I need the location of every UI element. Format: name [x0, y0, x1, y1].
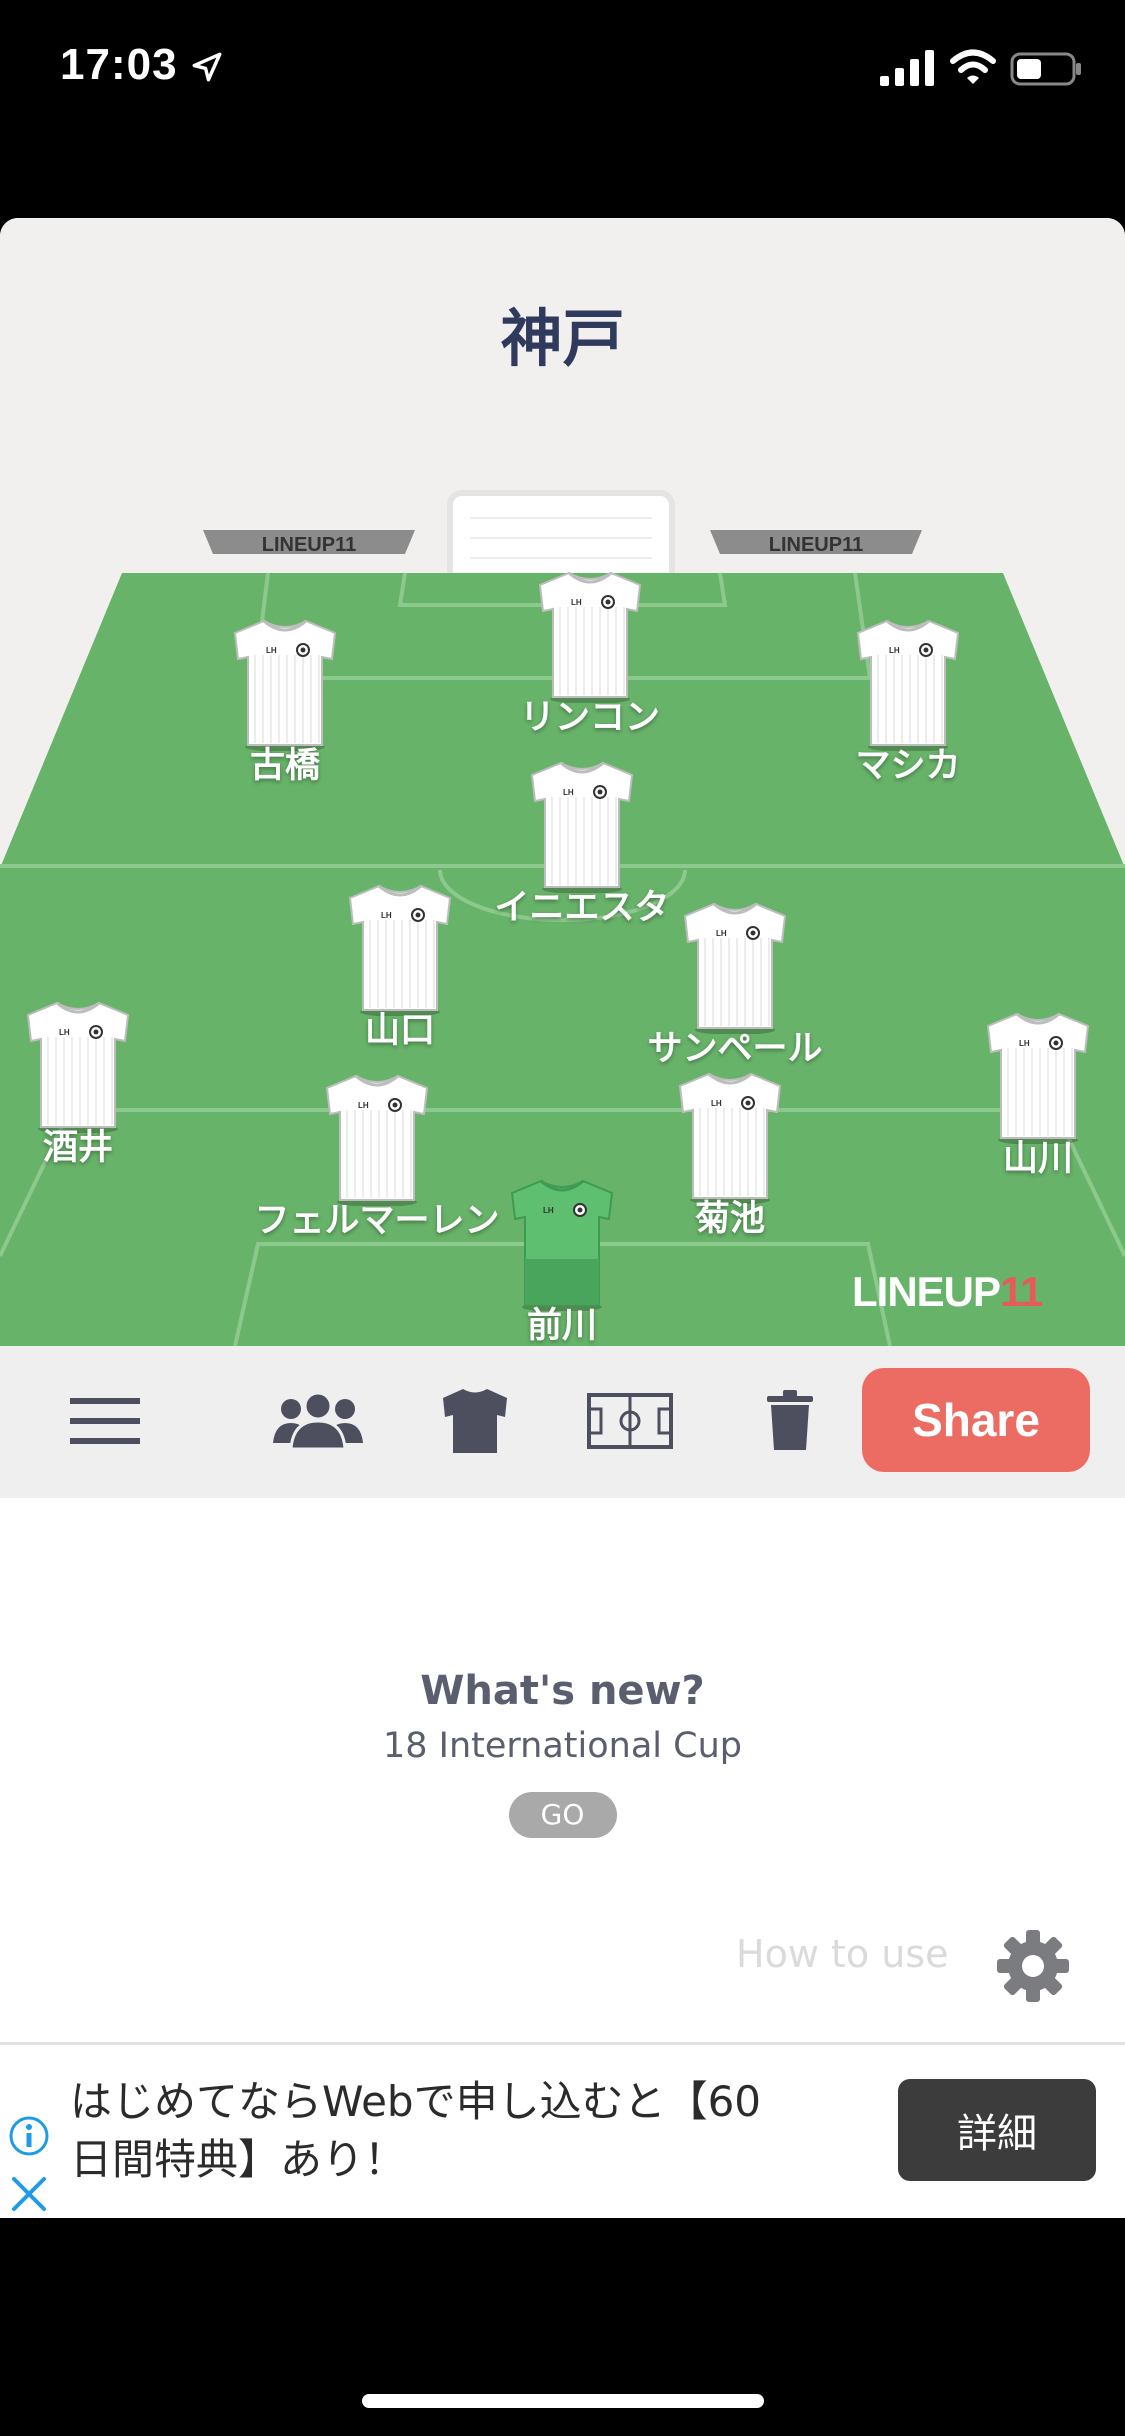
svg-text:LH: LH: [716, 929, 727, 938]
player-marker[interactable]: LH 山川: [888, 1012, 1125, 1181]
player-name: リンコン: [519, 698, 660, 738]
toolbar: Share: [0, 1346, 1125, 1498]
group-icon: [273, 1391, 363, 1451]
whats-new-title: What's new?: [420, 1668, 705, 1714]
players-button[interactable]: [272, 1376, 364, 1466]
player-shirt-icon: LH: [26, 1001, 130, 1133]
ad-text-line-2: 日間特典】あり！: [70, 2135, 407, 2184]
ad-board-right: LINEUP11: [710, 530, 922, 556]
player-name: 山口: [364, 1011, 435, 1051]
player-marker[interactable]: LH マシカ: [758, 619, 1058, 788]
hamburger-icon: [70, 1398, 140, 1444]
player-marker[interactable]: LH 古橋: [135, 619, 435, 788]
gear-icon[interactable]: [995, 1928, 1071, 2004]
svg-text:LH: LH: [381, 911, 392, 920]
player-name: 前川: [526, 1306, 597, 1346]
player-name: サンペール: [647, 1029, 823, 1069]
player-shirt-icon: LH: [683, 902, 787, 1034]
svg-text:LH: LH: [571, 598, 582, 607]
player-name: 山川: [1002, 1139, 1073, 1179]
lineup11-logo: LINEUP11: [852, 1268, 1043, 1316]
delete-button[interactable]: [760, 1376, 820, 1466]
ad-close-icon[interactable]: [8, 2173, 50, 2215]
logo-text-number: 11: [1000, 1268, 1043, 1315]
wifi-icon: [950, 49, 996, 84]
player-shirt-icon: LH: [986, 1012, 1090, 1144]
go-button[interactable]: GO: [508, 1792, 617, 1838]
svg-text:LH: LH: [543, 1206, 554, 1215]
goalkeeper-shirt-icon: LH: [510, 1179, 614, 1311]
kit-button[interactable]: [435, 1376, 515, 1466]
ad-details-button[interactable]: 詳細: [898, 2079, 1096, 2181]
player-name: 古橋: [249, 746, 320, 786]
location-arrow-icon: [192, 52, 222, 82]
svg-text:LH: LH: [563, 788, 574, 797]
player-marker[interactable]: LH 山口: [250, 884, 550, 1053]
player-marker[interactable]: LH 前川: [412, 1179, 712, 1348]
svg-text:LH: LH: [889, 646, 900, 655]
cellular-signal-icon: [880, 50, 934, 86]
how-to-use-link[interactable]: How to use: [736, 1932, 948, 1976]
svg-text:LH: LH: [59, 1028, 70, 1037]
player-marker[interactable]: LH サンペール: [585, 902, 885, 1071]
ad-board-left: LINEUP11: [203, 530, 415, 556]
lineup-board: 神戸 LINEUP11 LINEUP11 LH リンコン LH 古橋 LH マシ…: [0, 218, 1125, 1346]
ad-board-right-text: LINEUP11: [769, 534, 863, 556]
player-shirt-icon: LH: [233, 619, 337, 751]
ad-banner[interactable]: はじめてならWebで申し込むと【60 日間特典】あり！ 詳細: [0, 2042, 1125, 2218]
logo-text-main: LINEUP: [852, 1268, 1001, 1315]
field-style-button[interactable]: [585, 1376, 675, 1466]
ad-text: はじめてならWebで申し込むと【60 日間特典】あり！: [70, 2073, 870, 2189]
svg-text:LH: LH: [266, 646, 277, 655]
status-time: 17:03: [60, 40, 178, 89]
goal-frame: [447, 490, 675, 586]
svg-text:LH: LH: [1019, 1039, 1030, 1048]
svg-text:LH: LH: [711, 1099, 722, 1108]
ad-board-left-text: LINEUP11: [262, 534, 356, 556]
menu-button[interactable]: [60, 1376, 150, 1466]
player-marker[interactable]: LH 酒井: [0, 1001, 228, 1170]
svg-text:LH: LH: [358, 1101, 369, 1110]
app-container: 神戸 LINEUP11 LINEUP11 LH リンコン LH 古橋 LH マシ…: [0, 218, 1125, 2218]
shirt-icon: [443, 1389, 507, 1453]
ad-text-line-1: はじめてならWebで申し込むと【60: [70, 2077, 762, 2126]
trash-icon: [767, 1390, 813, 1450]
ad-info-icon[interactable]: [8, 2115, 50, 2157]
battery-icon: [1010, 52, 1081, 86]
player-shirt-icon: LH: [856, 619, 960, 751]
whats-new-subtitle: 18 International Cup: [382, 1726, 742, 1766]
player-shirt-icon: LH: [348, 884, 452, 1016]
share-button[interactable]: Share: [862, 1368, 1090, 1472]
player-name: マシカ: [855, 746, 961, 786]
player-shirt-icon: LH: [530, 761, 634, 893]
status-bar: 17:03: [0, 0, 1125, 140]
pitch-icon: [587, 1393, 673, 1449]
player-marker[interactable]: LH リンコン: [440, 571, 740, 740]
player-shirt-icon: LH: [538, 571, 642, 703]
home-indicator: [362, 2394, 764, 2408]
whats-new-section: What's new? 18 International Cup GO: [0, 1668, 1125, 1838]
